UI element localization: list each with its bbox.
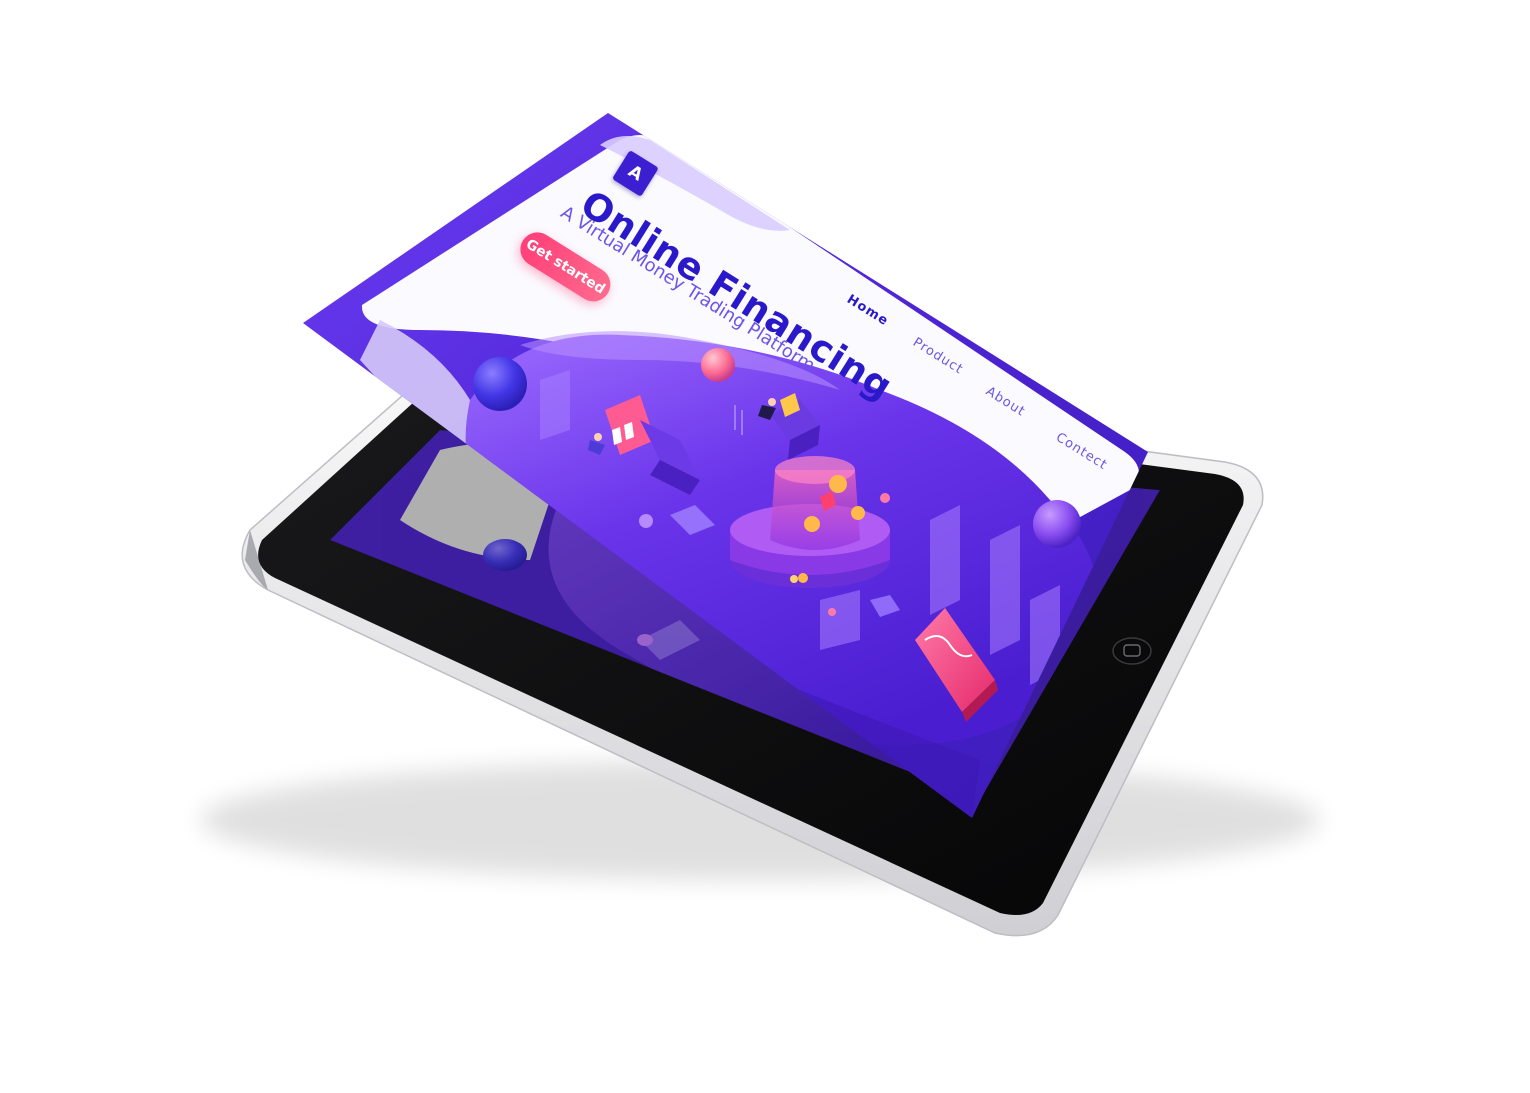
sphere-blue-decor [473,357,527,411]
home-button-icon[interactable] [1112,637,1152,665]
sphere-violet-decor [1033,500,1081,548]
sphere-pink-decor [701,348,735,382]
tablet-mockup-scene [200,113,1320,937]
